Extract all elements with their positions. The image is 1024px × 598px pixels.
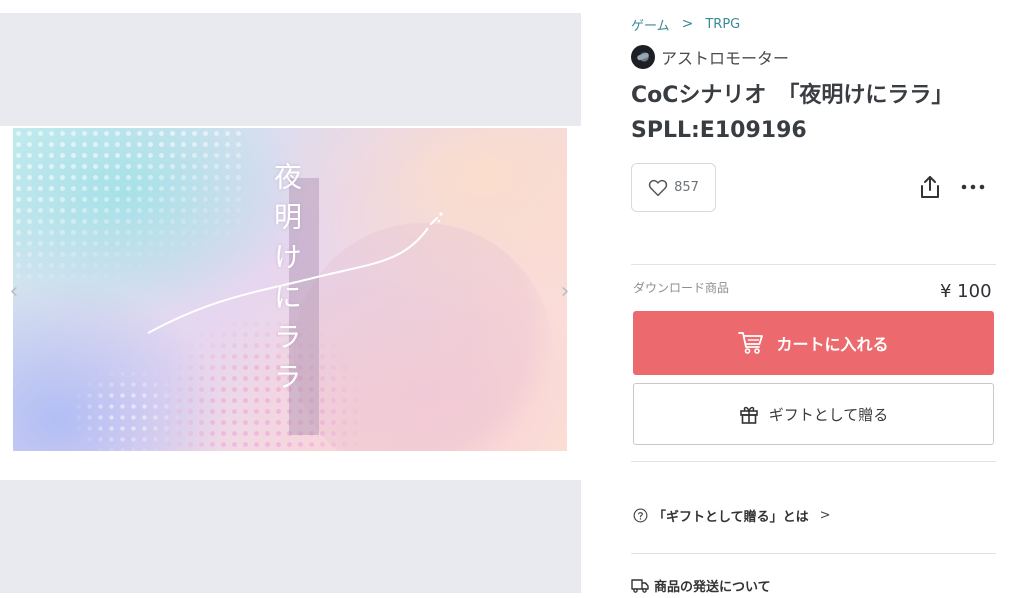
- gallery-prev-arrow-icon[interactable]: ‹: [6, 280, 22, 304]
- shipping-info-link[interactable]: 商品の発送について: [631, 576, 771, 595]
- breadcrumb: ゲーム > TRPG: [631, 14, 740, 34]
- product-price: ¥ 100: [940, 281, 992, 302]
- divider: [631, 461, 996, 462]
- gift-icon: [739, 406, 758, 424]
- shop-name[interactable]: アストロモーター: [661, 45, 789, 69]
- like-count: 857: [674, 180, 699, 195]
- more-icon[interactable]: [960, 180, 986, 194]
- divider: [631, 553, 996, 554]
- heart-icon: [648, 179, 668, 196]
- send-as-gift-label: ギフトとして贈る: [768, 405, 889, 424]
- product-title-line2: SPLL:E109196: [631, 118, 807, 143]
- breadcrumb-item-trpg[interactable]: TRPG: [705, 17, 740, 32]
- gift-info-link[interactable]: 「ギフトとして贈る」とは >: [633, 506, 831, 525]
- product-cover-image[interactable]: 夜明けにララ: [13, 128, 567, 451]
- truck-icon: [631, 579, 649, 593]
- share-icon[interactable]: [918, 174, 942, 200]
- divider: [631, 264, 996, 265]
- send-as-gift-button[interactable]: ギフトとして贈る: [633, 383, 994, 445]
- shipping-info-label: 商品の発送について: [654, 580, 771, 595]
- chevron-right-icon: >: [819, 508, 831, 523]
- cover-title-text: 夜明けにララ: [270, 162, 303, 402]
- breadcrumb-item-game[interactable]: ゲーム: [631, 15, 670, 34]
- add-to-cart-button[interactable]: カートに入れる: [633, 311, 994, 375]
- shop-link[interactable]: アストロモーター: [631, 44, 789, 70]
- product-type-label: ダウンロード商品: [633, 281, 730, 295]
- shop-avatar: [631, 45, 655, 69]
- add-to-cart-label: カートに入れる: [776, 335, 889, 354]
- question-circle-icon: [633, 508, 648, 523]
- product-title: CoCシナリオ 「夜明けにララ」 SPLL:E109196: [631, 78, 1011, 148]
- product-title-line1: CoCシナリオ 「夜明けにララ」: [631, 83, 954, 108]
- gift-info-label: 「ギフトとして贈る」とは: [653, 510, 809, 525]
- gallery-next-arrow-icon[interactable]: ›: [557, 280, 573, 304]
- chevron-right-icon: >: [681, 16, 694, 32]
- cart-icon: [738, 332, 764, 354]
- like-button[interactable]: 857: [631, 163, 716, 212]
